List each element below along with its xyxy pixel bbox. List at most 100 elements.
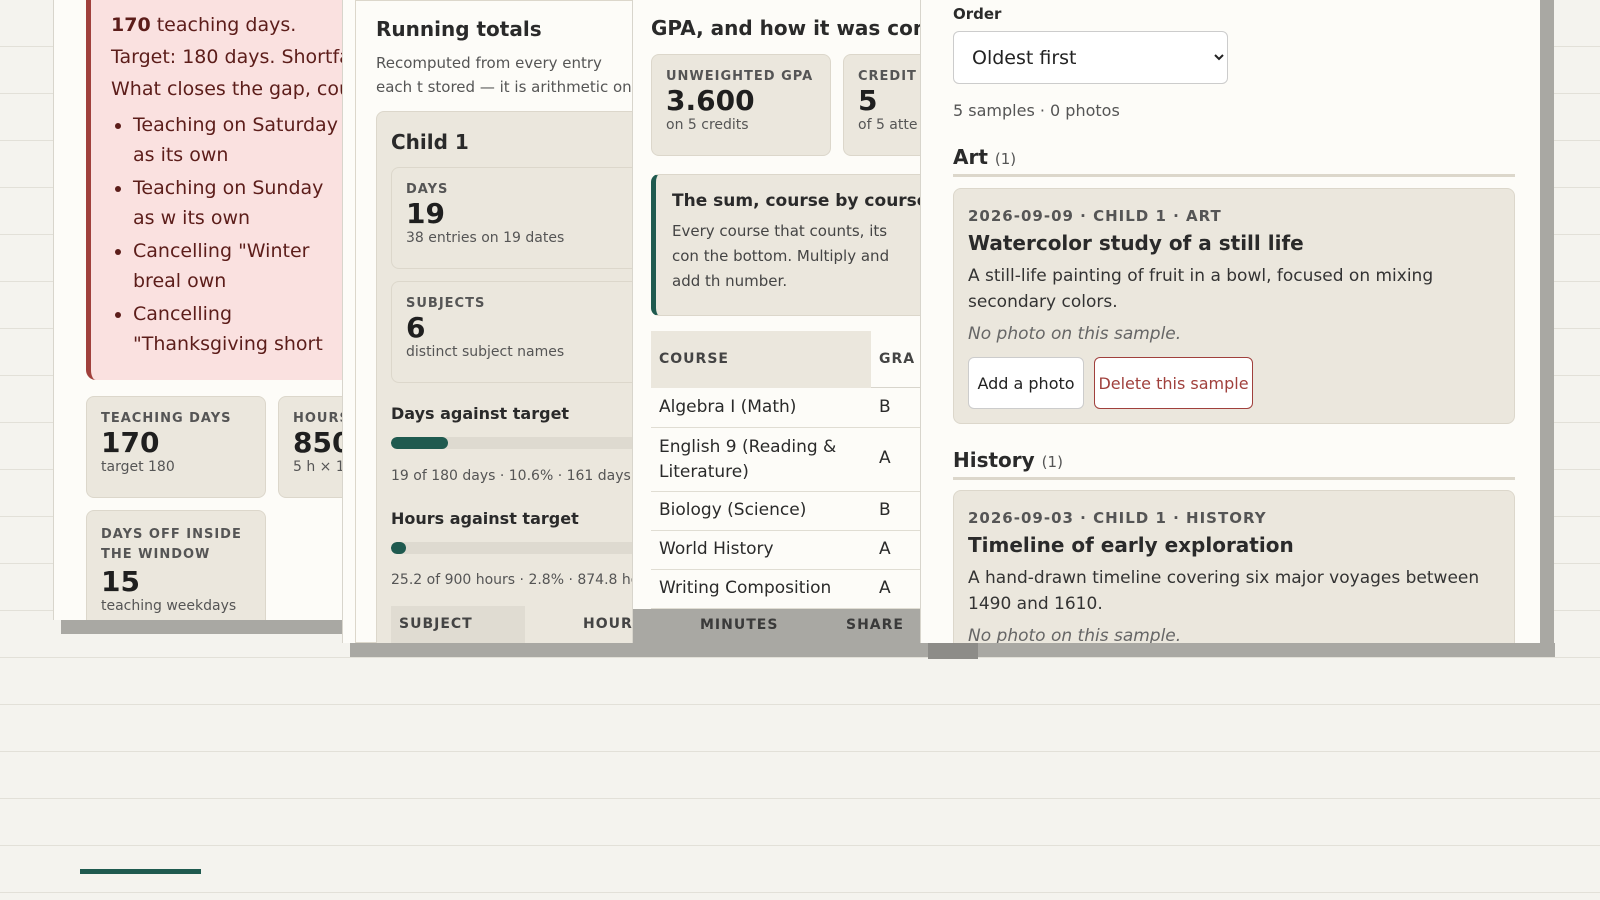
course-grade: B: [879, 397, 891, 417]
child-title: Child 1: [391, 130, 469, 154]
stat-sub: target 180: [101, 459, 175, 475]
col-grade: GRA: [879, 351, 916, 367]
stat-label: TEACHING DAYS: [101, 411, 232, 426]
subject-table-header-right: MINUTES SHARE: [633, 609, 920, 643]
stat-card-days-off: DAYS OFF INSIDE THE WINDOW 15 teaching w…: [86, 510, 266, 620]
col-minutes: MINUTES: [700, 617, 779, 633]
list-item: Teaching on Saturday as its own: [133, 110, 348, 170]
hours-bar-label: Hours against target: [391, 509, 579, 528]
samples-panel: Order Oldest first 5 samples · 0 photos …: [920, 0, 1540, 643]
compliance-panel: 170 teaching days. Target: 180 days. Sho…: [53, 0, 353, 620]
course-grade: A: [879, 448, 891, 468]
group-count: (1): [994, 150, 1017, 168]
stat-label: CREDIT: [858, 69, 917, 84]
stat-sub: 38 entries on 19 dates: [406, 230, 565, 246]
panel-title: GPA, and how it was compu: [651, 16, 920, 40]
subject-table-header: SUBJECT HOURS: [391, 606, 632, 643]
col-subject: SUBJECT: [391, 606, 525, 643]
stat-value: 15: [101, 565, 140, 598]
course-name: Writing Composition: [659, 578, 832, 598]
table-row: Writing Composition A: [651, 570, 920, 609]
panel-title: Running totals: [376, 17, 542, 41]
photo-status: No photo on this sample.: [968, 324, 1182, 344]
sample-card: 2026-09-03 · CHILD 1 · HISTORY Timeline …: [953, 490, 1515, 643]
order-select[interactable]: Oldest first: [953, 31, 1228, 84]
note-title: The sum, course by course: [672, 191, 920, 211]
list-item: Teaching on Sunday as w its own: [133, 173, 348, 233]
table-row: English 9 (Reading & Literature) A: [651, 428, 920, 492]
col-course: COURSE: [651, 331, 871, 388]
list-item: Cancelling "Winter breal own: [133, 236, 348, 296]
sample-title: Watercolor study of a still life: [968, 231, 1304, 255]
alert-line-2: Target: 180 days. Shortfall:: [111, 46, 353, 68]
stat-value: 3.600: [666, 84, 755, 117]
alert-line-3: What closes the gap, coun: [111, 78, 353, 100]
gpa-panel: GPA, and how it was compu UNWEIGHTED GPA…: [632, 0, 920, 643]
course-name: Algebra I (Math): [659, 397, 797, 417]
add-photo-button[interactable]: Add a photo: [968, 357, 1084, 409]
stat-card-days: DAYS 19 38 entries on 19 dates: [391, 167, 632, 269]
stat-label: DAYS OFF INSIDE THE WINDOW: [101, 527, 242, 562]
stat-label: SUBJECTS: [406, 296, 486, 311]
course-grade: B: [879, 500, 891, 520]
list-item: Cancelling "Thanksgiving short: [133, 299, 348, 359]
stat-sub: teaching weekdays: [101, 598, 237, 614]
group-name: History: [953, 448, 1035, 472]
stat-value: 170: [101, 426, 160, 459]
table-row: World History A: [651, 531, 920, 570]
group-heading-art: Art (1): [953, 145, 1515, 177]
course-grade: A: [879, 578, 891, 598]
sample-meta: 2026-09-09 · CHILD 1 · ART: [968, 207, 1222, 225]
sample-description: A still-life painting of fruit in a bowl…: [968, 266, 1434, 312]
alert-line-1: 170 teaching days.: [111, 14, 297, 36]
sum-note: The sum, course by course Every course t…: [651, 174, 920, 316]
samples-summary: 5 samples · 0 photos: [953, 101, 1120, 120]
col-hours: HOURS: [583, 616, 632, 632]
course-grade: A: [879, 539, 891, 559]
hours-progress-track: [391, 542, 632, 554]
note-body: Every course that counts, its con the bo…: [672, 222, 890, 290]
course-name: World History: [659, 539, 774, 559]
photo-status: No photo on this sample.: [968, 626, 1182, 643]
stat-value: 5: [858, 84, 878, 117]
hours-bar-caption: 25.2 of 900 hours · 2.8% · 874.8 hou: [391, 572, 632, 588]
stat-sub: on 5 credits: [666, 117, 749, 133]
sample-description: A hand-drawn timeline covering six major…: [968, 568, 1480, 614]
group-heading-history: History (1): [953, 448, 1515, 480]
stat-label: DAYS: [406, 182, 449, 197]
days-bar-caption: 19 of 180 days · 10.6% · 161 days to: [391, 468, 632, 484]
table-row: Biology (Science) B: [651, 492, 920, 531]
group-count: (1): [1041, 453, 1063, 471]
stat-label: UNWEIGHTED GPA: [666, 69, 814, 84]
course-name: Biology (Science): [659, 500, 807, 520]
days-bar-label: Days against target: [391, 404, 570, 423]
panel-shadow: [61, 620, 351, 634]
sample-card: 2026-09-09 · CHILD 1 · ART Watercolor st…: [953, 188, 1515, 424]
col-share: SHARE: [846, 617, 904, 633]
child-card: Child 1 DAYS 19 38 entries on 19 dates S…: [376, 111, 632, 643]
scroll-thumb[interactable]: [928, 643, 978, 659]
stat-value: 19: [406, 197, 445, 230]
stat-sub: of 5 atte: [858, 117, 918, 133]
order-label: Order: [953, 5, 1002, 23]
days-progress-fill: [391, 437, 449, 449]
stat-card-credits: CREDIT 5 of 5 atte: [843, 54, 920, 156]
panel-shadow: [1540, 0, 1554, 657]
stat-sub: distinct subject names: [406, 344, 565, 360]
course-name: English 9 (Reading & Literature): [659, 437, 837, 482]
sample-title: Timeline of early exploration: [968, 533, 1294, 557]
table-row: Algebra I (Math) B: [651, 389, 920, 428]
delete-sample-button[interactable]: Delete this sample: [1094, 357, 1253, 409]
running-totals-panel: Running totals Recomputed from every ent…: [342, 0, 632, 643]
group-name: Art: [953, 145, 988, 169]
stat-value: 6: [406, 311, 426, 344]
stat-card-subjects: SUBJECTS 6 distinct subject names: [391, 281, 632, 383]
stat-card-teaching-days: TEACHING DAYS 170 target 180: [86, 396, 266, 498]
bottom-accent-line: [80, 869, 201, 874]
days-progress-track: [391, 437, 632, 449]
sample-meta: 2026-09-03 · CHILD 1 · HISTORY: [968, 509, 1267, 527]
hours-progress-fill: [391, 542, 407, 554]
gap-options-list: Teaching on Saturday as its own Teaching…: [133, 110, 353, 359]
shortfall-alert: 170 teaching days. Target: 180 days. Sho…: [86, 0, 353, 380]
stat-card-gpa: UNWEIGHTED GPA 3.600 on 5 credits: [651, 54, 831, 156]
